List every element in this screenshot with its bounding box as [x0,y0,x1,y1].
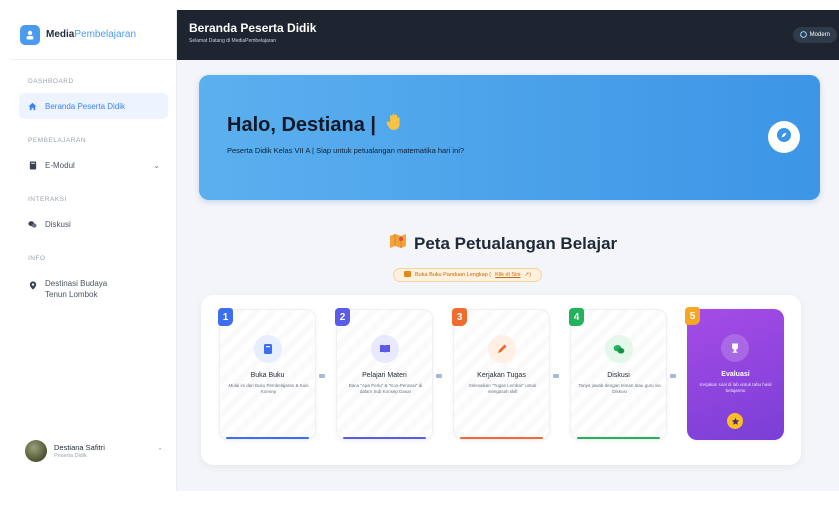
mode-toggle-button[interactable]: Modern [792,27,837,43]
step-number: 5 [685,307,700,325]
step-description: Baca "Apa Perlu" & "Kon-Pensasi" di dala… [348,383,423,394]
user-info: Destiana Safitri Peserta Didik [54,443,105,459]
mode-button-label: Modern [809,32,830,38]
step-card-diskusi[interactable]: 4 Diskusi Tanya jawab dengan teman atau … [569,308,667,440]
step-number: 2 [335,308,350,326]
sidebar-item-beranda[interactable]: Beranda Peserta Didik [19,93,168,119]
step-description: Selesaikan "Tugas Lembar" untuk mengasah… [468,383,537,394]
learning-steps: 1 Buka Buku Mulai ini dari Buku Pembelaj… [201,295,801,465]
brand-logo-icon [20,24,40,45]
chevron-icon: ⌃ [157,448,163,455]
sidebar-item-emodul[interactable]: E-Modul ⌄ [19,152,168,178]
step-description: Tanya jawab dengan teman atau guru via D… [578,383,661,394]
step-card-buka-buku[interactable]: 1 Buka Buku Mulai ini dari Buku Pembelaj… [218,308,316,440]
star-icon [727,413,743,429]
brand[interactable]: MediaPembelajaran [11,10,176,60]
waving-hand-icon [386,113,402,137]
user-menu[interactable]: Destiana Safitri Peserta Didik ⌃ [19,433,169,469]
welcome-banner: Halo, Destiana | Peserta Didik Kelas VII… [199,75,820,200]
step-accent-bar [460,437,543,439]
step-accent-bar [343,437,426,439]
step-name: Buka Buku [250,372,285,379]
sidebar-item-label: Diskusi [45,219,71,229]
book-icon [28,160,37,170]
section-label-info: INFO [28,255,46,262]
step-description: Mulai ini dari Buku Pembelajaran & Kuis … [228,383,309,394]
sidebar-item-diskusi[interactable]: Diskusi [19,211,168,237]
step-name: Kerjakan Tugas [477,372,526,379]
step-name: Pelajari Materi [362,372,407,379]
guide-link-text[interactable]: Klik di Sini [495,272,520,278]
sidebar-item-label: E-Modul [45,160,75,170]
greeting-heading: Halo, Destiana | [227,113,402,137]
location-icon [28,281,37,290]
step-connector [670,374,676,378]
step-card-evaluasi[interactable]: 5 Evaluasi Kerjakan soal di lab untuk ta… [685,307,784,440]
step-connector [553,374,559,378]
step-accent-bar [577,437,660,439]
palette-icon [799,30,807,40]
section-label-interaksi: INTERAKSI [28,196,67,203]
guide-book-link[interactable]: Buka Buku Panduan Lengkap (Klik di Sini ↗… [393,268,542,282]
page-title: Beranda Peserta Didik [189,21,317,35]
page-subtitle: Selamat Datang di MediaPembelajaran [189,38,276,44]
map-title: Peta Petualangan Belajar [389,232,617,255]
compass-icon [776,127,792,148]
user-name: Destiana Safitri [54,443,105,452]
trophy-icon [721,334,749,362]
step-name: Evaluasi [721,371,750,378]
chat-icon [28,220,37,229]
brand-name: MediaPembelajaran [46,29,137,40]
step-card-kerjakan-tugas[interactable]: 3 Kerjakan Tugas Selesaikan "Tugas Lemba… [452,308,550,440]
sidebar-item-label: Beranda Peserta Didik [45,101,126,111]
step-connector [319,374,325,378]
book-icon [404,271,411,279]
step-name: Diskusi [607,372,630,379]
greeting-subtitle: Peserta Didik Kelas VII A | Siap untuk p… [227,146,465,155]
chat-icon [605,335,633,363]
avatar [25,440,47,462]
home-icon [28,102,37,111]
user-role: Peserta Didik [54,453,87,459]
step-card-pelajari-materi[interactable]: 2 Pelajari Materi Baca "Apa Perlu" & "Ko… [335,308,433,440]
section-label-pembelajaran: PEMBELAJARAN [28,137,87,144]
chevron-down-icon: ⌄ [153,160,160,170]
step-connector [436,374,442,378]
compass-button[interactable] [768,121,800,153]
top-header: Beranda Peserta Didik Selamat Datang di … [177,10,839,60]
sidebar: MediaPembelajaran DASHBOARD Beranda Pese… [11,10,177,491]
section-label-dashboard: DASHBOARD [28,78,74,85]
map-icon [389,232,407,255]
sidebar-item-destinasi[interactable]: Destinasi Budaya Tenun Lombok [19,270,168,310]
book-icon [254,335,282,363]
step-description: Kerjakan soal di lab untuk tahu hasil be… [699,382,772,393]
pencil-icon [488,335,516,363]
step-number: 1 [218,308,233,326]
sidebar-item-label: Destinasi Budaya Tenun Lombok [45,279,108,299]
step-number: 4 [569,308,584,326]
step-number: 3 [452,308,467,326]
open-book-icon [371,335,399,363]
step-accent-bar [226,437,309,439]
